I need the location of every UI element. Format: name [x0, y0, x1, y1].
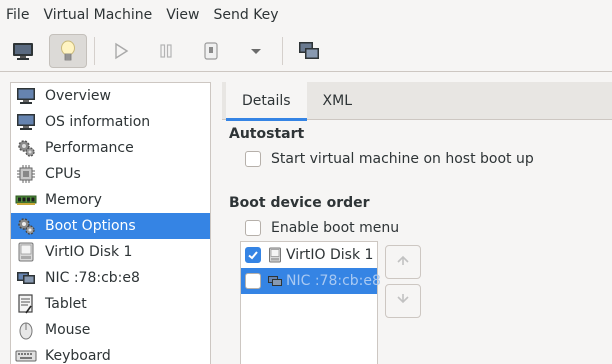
- pause-button[interactable]: [147, 34, 185, 68]
- sidebar-item-label: Performance: [45, 140, 134, 156]
- sidebar-item-nic[interactable]: NIC :78:cb:e8: [11, 265, 210, 291]
- sidebar-item-label: Overview: [45, 88, 111, 104]
- menubar: File Virtual Machine View Send Key: [0, 0, 612, 30]
- sidebar-item-label: CPUs: [45, 166, 81, 182]
- boot-order-heading: Boot device order: [229, 195, 370, 211]
- monitor-icon: [15, 111, 37, 133]
- enable-boot-menu-label: Enable boot menu: [271, 220, 400, 236]
- toolbar-separator: [282, 36, 283, 65]
- sidebar-item-mouse[interactable]: Mouse: [11, 317, 210, 343]
- memory-icon: [15, 189, 37, 211]
- details-panel: Details XML Autostart Start virtual mach…: [222, 82, 612, 364]
- enable-boot-menu-option[interactable]: Enable boot menu: [245, 218, 399, 238]
- boot-device-row[interactable]: NIC :78:cb:e8: [241, 268, 381, 294]
- play-icon: [113, 42, 129, 60]
- fullscreen-button[interactable]: [290, 34, 328, 68]
- autostart-heading: Autostart: [229, 126, 305, 142]
- disk-icon: [15, 241, 37, 263]
- hardware-list: Overview OS information Performance CPUs…: [10, 82, 211, 364]
- tab-xml[interactable]: XML: [307, 82, 368, 120]
- monitor-icon: [12, 41, 34, 61]
- tablet-icon: [15, 293, 37, 315]
- shutdown-menu-button[interactable]: [237, 34, 275, 68]
- menu-file[interactable]: File: [0, 0, 36, 30]
- run-button[interactable]: [102, 34, 140, 68]
- sidebar-item-label: Tablet: [45, 296, 87, 312]
- gear-icon: [15, 215, 37, 237]
- sidebar-item-label: Boot Options: [45, 218, 136, 234]
- toolbar-separator: [94, 36, 95, 65]
- menu-send-key[interactable]: Send Key: [206, 0, 285, 30]
- console-button[interactable]: [4, 34, 42, 68]
- autostart-checkbox[interactable]: [245, 151, 261, 167]
- tab-bar: Details XML: [222, 82, 612, 121]
- network-icon: [15, 267, 37, 289]
- sidebar-item-cpus[interactable]: CPUs: [11, 161, 210, 187]
- lightbulb-icon: [59, 39, 77, 63]
- gear-icon: [15, 137, 37, 159]
- screens-icon: [298, 41, 320, 61]
- boot-device-label: NIC :78:cb:e8: [286, 273, 381, 289]
- sidebar-item-keyboard[interactable]: Keyboard: [11, 343, 210, 364]
- move-up-button[interactable]: [385, 245, 421, 279]
- sidebar-item-tablet[interactable]: Tablet: [11, 291, 210, 317]
- sidebar-item-virtio-disk-1[interactable]: VirtIO Disk 1: [11, 239, 210, 265]
- sidebar-item-label: NIC :78:cb:e8: [45, 270, 140, 286]
- move-down-button[interactable]: [385, 284, 421, 318]
- monitor-icon: [15, 85, 37, 107]
- arrow-down-icon: [396, 292, 410, 310]
- tab-details[interactable]: Details: [226, 82, 307, 121]
- sidebar-item-label: VirtIO Disk 1: [45, 244, 133, 260]
- pause-icon: [158, 42, 174, 60]
- sidebar-item-label: Keyboard: [45, 348, 111, 364]
- sidebar-item-memory[interactable]: Memory: [11, 187, 210, 213]
- sidebar-item-os-information[interactable]: OS information: [11, 109, 210, 135]
- power-icon: [203, 41, 219, 61]
- menu-view[interactable]: View: [159, 0, 206, 30]
- boot-device-list: VirtIO Disk 1 NIC :78:cb:e8: [240, 241, 381, 364]
- autostart-label: Start virtual machine on host boot up: [271, 151, 534, 167]
- disk-icon: [267, 247, 283, 263]
- boot-device-checkbox[interactable]: [245, 247, 261, 263]
- sidebar-item-label: Memory: [45, 192, 102, 208]
- menu-virtual-machine[interactable]: Virtual Machine: [36, 0, 159, 30]
- dropdown-arrow-icon: [249, 46, 263, 56]
- sidebar-item-label: OS information: [45, 114, 151, 130]
- sidebar-item-overview[interactable]: Overview: [11, 83, 210, 109]
- details-button[interactable]: [49, 33, 87, 68]
- boot-device-checkbox[interactable]: [245, 273, 261, 289]
- sidebar-item-boot-options[interactable]: Boot Options: [11, 213, 210, 239]
- boot-device-label: VirtIO Disk 1: [286, 247, 374, 263]
- sidebar-item-label: Mouse: [45, 322, 91, 338]
- autostart-option[interactable]: Start virtual machine on host boot up: [245, 149, 534, 169]
- enable-boot-menu-checkbox[interactable]: [245, 220, 261, 236]
- toolbar: [0, 30, 612, 72]
- keyboard-icon: [15, 345, 37, 364]
- mouse-icon: [15, 319, 37, 341]
- boot-device-row[interactable]: VirtIO Disk 1: [241, 242, 377, 268]
- shutdown-button[interactable]: [192, 34, 230, 68]
- arrow-up-icon: [396, 253, 410, 271]
- cpu-icon: [15, 163, 37, 185]
- network-icon: [267, 273, 283, 289]
- sidebar-item-performance[interactable]: Performance: [11, 135, 210, 161]
